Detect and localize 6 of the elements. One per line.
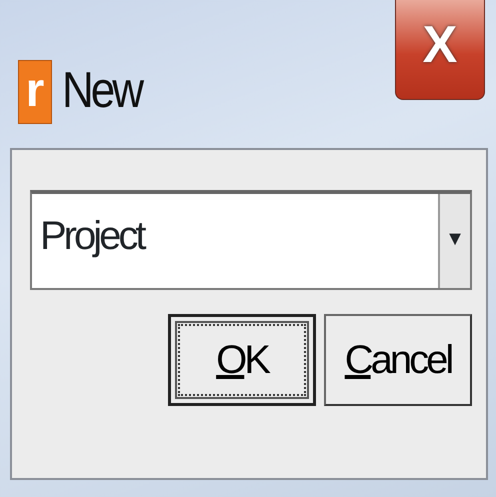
close-button[interactable]: X xyxy=(395,0,485,100)
dialog-button[interactable]: OK xyxy=(168,314,316,406)
app-icon: r xyxy=(18,60,52,124)
window-title: New xyxy=(62,61,142,121)
dialog-button[interactable]: Cancel xyxy=(324,314,472,406)
project-dropdown[interactable]: Project ▼ xyxy=(30,190,472,290)
